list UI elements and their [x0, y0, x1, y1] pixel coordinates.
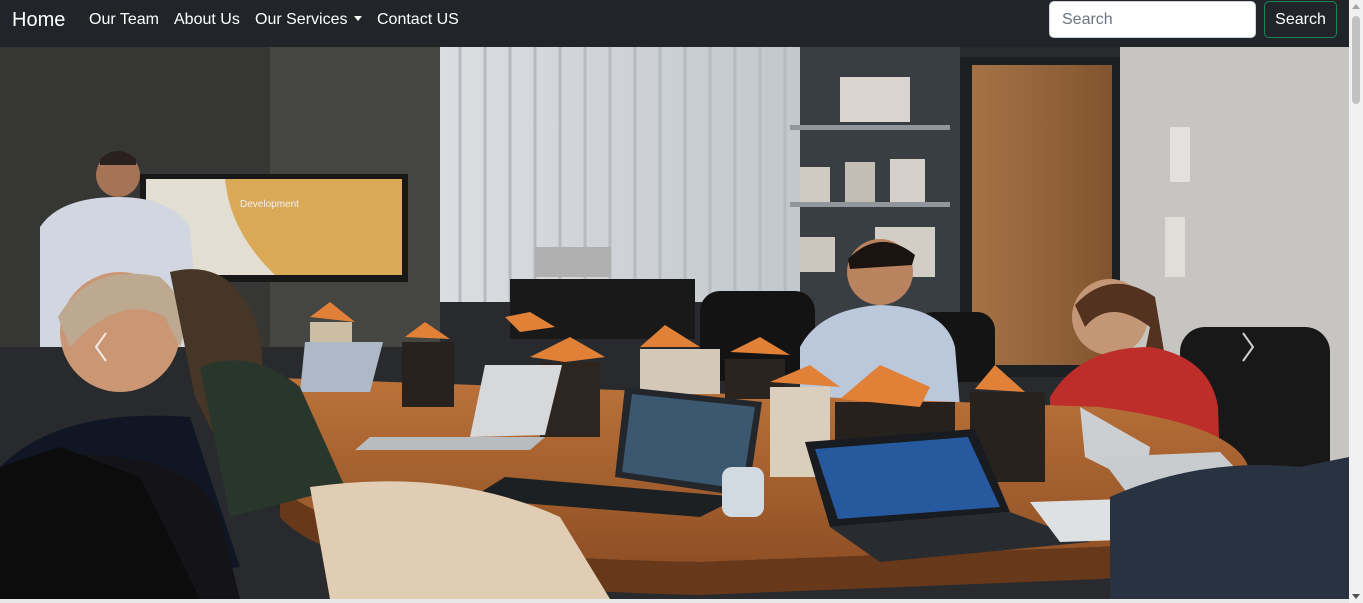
horizontal-scrollbar[interactable] — [0, 599, 1349, 603]
carousel-next-button[interactable] — [1233, 327, 1263, 367]
hero-carousel: Development — [0, 47, 1349, 599]
brand-home-link[interactable]: Home — [12, 9, 65, 31]
scroll-up-arrow-icon[interactable] — [1352, 4, 1360, 9]
nav-link-about-us[interactable]: About Us — [174, 11, 240, 29]
nav-link-our-team[interactable]: Our Team — [89, 11, 159, 29]
nav-dropdown-label: Our Services — [255, 11, 348, 28]
chevron-left-icon — [94, 332, 107, 362]
carousel-prev-button[interactable] — [86, 327, 116, 367]
chevron-right-icon — [1242, 332, 1255, 362]
scroll-down-arrow-icon[interactable] — [1352, 594, 1360, 599]
caret-down-icon — [354, 16, 363, 21]
scrollbar-thumb[interactable] — [1352, 16, 1360, 104]
search-button[interactable]: Search — [1264, 1, 1337, 38]
top-navbar: Home Our Team About Us Our Services Cont… — [0, 0, 1349, 47]
carousel-slide-image: Development — [0, 47, 1349, 599]
nav-dropdown-our-services[interactable]: Our Services — [255, 11, 363, 29]
search-input[interactable] — [1049, 1, 1256, 38]
nav-link-contact-us[interactable]: Contact US — [377, 11, 459, 29]
vertical-scrollbar[interactable] — [1349, 0, 1363, 603]
